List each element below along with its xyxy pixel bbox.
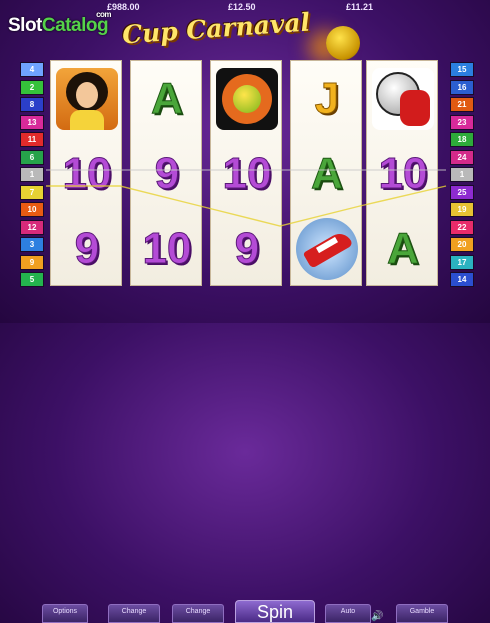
payline-badge[interactable]: 4 — [20, 62, 44, 77]
payline-badge[interactable]: 8 — [20, 97, 44, 112]
payline-badge[interactable]: 10 — [20, 202, 44, 217]
bottom-bar: Options Change Change Spin Auto 🔊 Gamble — [0, 300, 490, 623]
symbol-A: A — [311, 148, 344, 198]
payline-badge[interactable]: 5 — [20, 272, 44, 287]
symbol-A: A — [151, 73, 184, 123]
payline-badge[interactable]: 25 — [450, 184, 474, 200]
reel-cell: 10 — [131, 211, 203, 286]
spin-button[interactable]: Spin — [235, 600, 315, 623]
change-lines-button[interactable]: Change — [108, 604, 160, 623]
symbol-10: 10 — [222, 148, 272, 198]
right-payline-numbers: 15 16 21 23 18 24 1 25 19 22 20 17 14 — [450, 62, 474, 290]
symbol-9: 9 — [154, 148, 180, 198]
reel-2: A 9 10 — [130, 60, 202, 286]
payline-badge[interactable]: 12 — [20, 219, 44, 235]
symbol-A: A — [387, 223, 420, 273]
payline-badge[interactable]: 19 — [450, 202, 474, 217]
reel-cell: A — [291, 136, 363, 211]
payline-badge[interactable]: 24 — [450, 149, 474, 165]
payline-badge[interactable]: 2 — [20, 79, 44, 95]
balance-value: £988.00 — [107, 2, 140, 12]
logo-ball-icon — [326, 26, 360, 60]
payline-badge[interactable]: 9 — [20, 254, 44, 270]
reel-5: 10 A — [366, 60, 438, 286]
payline-badge[interactable]: 3 — [20, 237, 44, 252]
payline-badge[interactable]: 13 — [20, 114, 44, 130]
goalkeeper-glove-symbol-icon — [372, 67, 434, 130]
payline-badge[interactable]: 1 — [20, 167, 44, 182]
reel-cell — [211, 61, 283, 136]
reel-cell: 10 — [51, 136, 123, 211]
reel-3: 10 9 — [210, 60, 282, 286]
payline-badge[interactable]: 22 — [450, 219, 474, 235]
payline-badge[interactable]: 18 — [450, 132, 474, 147]
reels-area[interactable]: 10 9 A 9 10 10 9 J A 10 A — [50, 60, 440, 286]
payline-badge[interactable]: 1 — [450, 167, 474, 182]
dancer-symbol-icon — [56, 67, 118, 130]
reel-4: JA — [290, 60, 362, 286]
symbol-10: 10 — [378, 148, 428, 198]
payline-badge[interactable]: 16 — [450, 79, 474, 95]
win-value: £11.21 — [346, 2, 374, 12]
reel-cell: 9 — [51, 211, 123, 286]
payline-badge[interactable]: 23 — [450, 114, 474, 130]
auto-button[interactable]: Auto — [325, 604, 371, 623]
football-boot-symbol-icon — [296, 217, 358, 280]
speaker-icon[interactable]: 🔊 — [371, 611, 383, 622]
reel-cell — [367, 61, 439, 136]
football-symbol-icon — [216, 67, 278, 130]
payline-badge[interactable]: 21 — [450, 97, 474, 112]
symbol-9: 9 — [74, 223, 100, 273]
watermark-logo: SlotCatalogcom — [8, 10, 112, 37]
symbol-J: J — [314, 73, 340, 123]
symbol-10: 10 — [62, 148, 112, 198]
reel-cell: 10 — [367, 136, 439, 211]
watermark-suffix: com — [96, 10, 112, 19]
payline-badge[interactable]: 7 — [20, 184, 44, 200]
symbol-10: 10 — [142, 223, 192, 273]
payline-badge[interactable]: 20 — [450, 237, 474, 252]
change-bet-button[interactable]: Change — [172, 604, 224, 623]
watermark-part1: Slot — [8, 15, 42, 36]
gamble-button[interactable]: Gamble — [396, 604, 448, 623]
payline-badge[interactable]: 11 — [20, 132, 44, 147]
reel-1: 10 9 — [50, 60, 122, 286]
payline-badge[interactable]: 14 — [450, 272, 474, 287]
payline-badge[interactable]: 15 — [450, 62, 474, 77]
reel-cell: 9 — [131, 136, 203, 211]
reel-cell: 10 — [211, 136, 283, 211]
left-payline-numbers: 4 2 8 13 11 6 1 7 10 12 3 9 5 — [20, 62, 44, 290]
options-button[interactable]: Options — [42, 604, 88, 623]
reel-cell: A — [367, 211, 439, 286]
reel-cell: J — [291, 61, 363, 136]
reel-cell: 9 — [211, 211, 283, 286]
symbol-9: 9 — [234, 223, 260, 273]
reel-cell — [51, 61, 123, 136]
reel-cell — [291, 211, 363, 286]
payline-badge[interactable]: 6 — [20, 149, 44, 165]
reel-cell: A — [131, 61, 203, 136]
payline-badge[interactable]: 17 — [450, 254, 474, 270]
